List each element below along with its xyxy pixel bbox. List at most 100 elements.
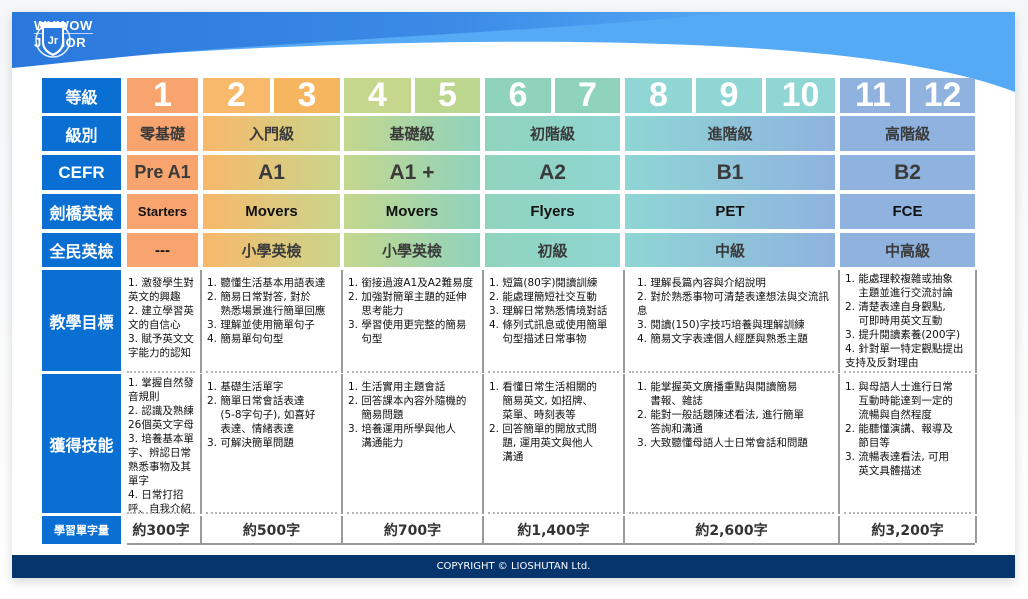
brand-logo: Jr WUWOW JUNIOR (34, 18, 93, 58)
skill-item: 3. 培養運用所學與他人 溝通能力 (348, 423, 456, 449)
level-cell: 11 (840, 76, 906, 114)
level-cell: 1 (127, 76, 198, 114)
skill-item: 2. 回答簡單的開放式問 題, 運用英文與他人 溝通 (489, 423, 597, 463)
vocab-cell: 約2,600字 (623, 516, 838, 543)
skill-item: 2. 回答課本內容外隨機的 簡易問題 (348, 395, 467, 421)
gept-cell: 中級 (625, 233, 835, 267)
goal-item: 2. 簡易日常對答, 對於 熟悉場景進行簡單回應 (207, 291, 326, 317)
goals-cell: 1. 理解長篇內容與介紹說明 2. 對於熟悉事物可清楚表達想法與交流訊息 3. 閱讀… (623, 270, 838, 373)
skills-cell: 1. 能掌握英文廣播重點與閱讀簡易 書報、雜誌 2. 能對一般話題陳述看法, 進行… (623, 374, 838, 514)
category-cell: 高階級 (840, 116, 975, 151)
skills-cell: 1. 看懂日常生活相關的 簡易英文, 如招牌、 菜單、時刻表等 2. 回答簡單的開… (482, 374, 623, 514)
category-cell: 零基礎 (127, 116, 198, 151)
dotted-divider (844, 371, 971, 373)
cefr-cell: A2 (485, 155, 620, 190)
goal-item: 4. 條列式訊息或使用簡單 句型描述日常事物 (489, 319, 608, 345)
cambridge-cell: PET (625, 194, 835, 229)
goal-item: 4. 簡易文字表達個人經歷與熟悉主題 (637, 333, 808, 345)
goal-item: 3. 閱讀(150)字技巧培養與理解訓練 (637, 319, 805, 331)
goal-item: 3. 理解並使用簡單句子 (207, 319, 315, 331)
skill-item: 3. 流暢表達看法, 可用 英文具體描述 (845, 451, 950, 477)
vocab-cell: 約500字 (200, 516, 341, 543)
level-cell: 12 (910, 76, 975, 114)
row-label-gept: 全民英檢 (42, 233, 121, 267)
goal-item: 3. 理解日常熟悉情境對話 (489, 305, 608, 317)
dotted-divider (488, 512, 619, 514)
goal-item: 1. 聽懂生活基本用語表達 (207, 277, 326, 289)
level-cell: 4 (344, 76, 411, 114)
cefr-cell: B1 (625, 155, 835, 190)
skill-item: 2. 能對一般話題陳述看法, 進行簡單 答詢和溝通 (637, 409, 805, 435)
goal-item: 1. 短篇(80字)閱讀訓練 (489, 277, 598, 289)
cambridge-cell: Movers (344, 194, 480, 229)
dotted-divider (488, 371, 619, 373)
goal-item: 1. 銜接過渡A1及A2難易度 (348, 277, 474, 289)
goals-cell: 1. 短篇(80字)閱讀訓練 2. 能處理簡短社交互動 3. 理解日常熟悉情境對話 4… (482, 270, 623, 373)
level-cell: 2 (203, 76, 270, 114)
goal-item: 2. 能處理簡短社交互動 (489, 291, 597, 303)
category-cell: 初階級 (485, 116, 620, 151)
skills-cell: 1. 基礎生活單字 2. 簡單日常會話表達 (5-8字句子), 如喜好 表達、情緒… (200, 374, 341, 514)
vocab-cell: 約1,400字 (482, 516, 623, 543)
row-label-skills: 獲得技能 (42, 374, 121, 513)
gept-cell: --- (127, 233, 198, 267)
row-label-level: 等級 (42, 78, 121, 113)
skill-item: 1. 基礎生活單字 (207, 381, 284, 393)
vocab-cell: 約700字 (341, 516, 482, 543)
goal-item: 3. 提升閱讀素養(200字) (845, 329, 961, 341)
level-cell: 6 (485, 76, 551, 114)
slide-card: Jr WUWOW JUNIOR 等級 級別 CEFR 劍橋英檢 全民英檢 教學目… (12, 12, 1015, 578)
cefr-cell: A1 + (344, 155, 480, 190)
cefr-cell: B2 (840, 155, 975, 190)
goals-cell: 1. 聽懂生活基本用語表達 2. 簡易日常對答, 對於 熟悉場景進行簡單回應 3. … (200, 270, 341, 373)
dotted-divider (347, 512, 478, 514)
level-cell: 9 (696, 76, 762, 114)
skill-item: 1. 生活實用主題會話 (348, 381, 446, 393)
dotted-divider (127, 371, 195, 373)
vocab-cell: 約3,200字 (838, 516, 977, 543)
vocab-cell: 約300字 (123, 516, 199, 543)
goal-item: 3. 賦予英文文字能力的認知 (128, 333, 194, 359)
goal-item: 1. 能處理較複雜或抽象 主題並進行交流討論 (845, 273, 953, 299)
table-bottom-border (127, 543, 975, 545)
goals-cell: 1. 激發學生對英文的興趣 2. 建立學習英文的自信心 3. 賦予英文文字能力的認知 (123, 270, 199, 373)
gept-cell: 小學英檢 (344, 233, 480, 267)
dotted-divider (629, 512, 834, 514)
level-cell: 8 (625, 76, 692, 114)
category-cell: 進階級 (625, 116, 835, 151)
gept-cell: 中高級 (840, 233, 975, 267)
goal-item: 2. 對於熟悉事物可清楚表達想法與交流訊息 (637, 291, 829, 317)
category-cell: 入門級 (203, 116, 340, 151)
skill-item: 1. 與母語人士進行日常 互動時能達到一定的 流暢與自然程度 (845, 381, 953, 421)
cefr-cell: Pre A1 (127, 155, 198, 190)
goal-item: 4. 簡易單句句型 (207, 333, 284, 345)
cambridge-cell: FCE (840, 194, 975, 229)
skill-item: 1. 看懂日常生活相關的 簡易英文, 如招牌、 菜單、時刻表等 (489, 381, 597, 421)
goals-cell: 1. 銜接過渡A1及A2難易度 2. 加強對簡單主題的延伸 思考能力 3. 學習使用… (341, 270, 482, 373)
gept-cell: 小學英檢 (203, 233, 340, 267)
goal-item: 1. 激發學生對英文的興趣 (128, 277, 194, 303)
skill-item: 3. 培養基本單字、辨認日常熟悉事物及其單字 (128, 433, 194, 487)
goals-cell: 1. 能處理較複雜或抽象 主題並進行交流討論 2. 清楚表達自身觀點, 可即時用英… (838, 270, 977, 373)
cambridge-cell: Movers (203, 194, 340, 229)
goal-item: 2. 加強對簡單主題的延伸 思考能力 (348, 291, 467, 317)
level-cell: 3 (274, 76, 340, 114)
row-label-vocab: 學習單字量 (42, 516, 121, 544)
dotted-divider (127, 512, 195, 514)
shield-badge-icon: Jr (35, 22, 71, 58)
goal-item: 1. 理解長篇內容與介紹說明 (637, 277, 766, 289)
skill-item: 1. 能掌握英文廣播重點與閱讀簡易 書報、雜誌 (637, 381, 798, 407)
cambridge-cell: Flyers (485, 194, 620, 229)
dotted-divider (206, 512, 337, 514)
level-cell: 7 (555, 76, 620, 114)
goal-item: 2. 清楚表達自身觀點, 可即時用英文互動 (845, 301, 946, 327)
level-cell: 10 (766, 76, 835, 114)
goal-item: 3. 學習使用更完整的簡易 句型 (348, 319, 467, 345)
goal-item: 2. 建立學習英文的自信心 (128, 305, 194, 331)
row-label-cefr: CEFR (42, 155, 121, 190)
category-cell: 基礎級 (344, 116, 480, 151)
cambridge-cell: Starters (127, 194, 198, 229)
row-label-cambridge: 劍橋英檢 (42, 194, 121, 229)
goal-item: 4. 針對單一特定觀點提出支持及反對理由 (845, 343, 964, 369)
skill-item: 1. 掌握自然發音規則 (128, 377, 194, 403)
